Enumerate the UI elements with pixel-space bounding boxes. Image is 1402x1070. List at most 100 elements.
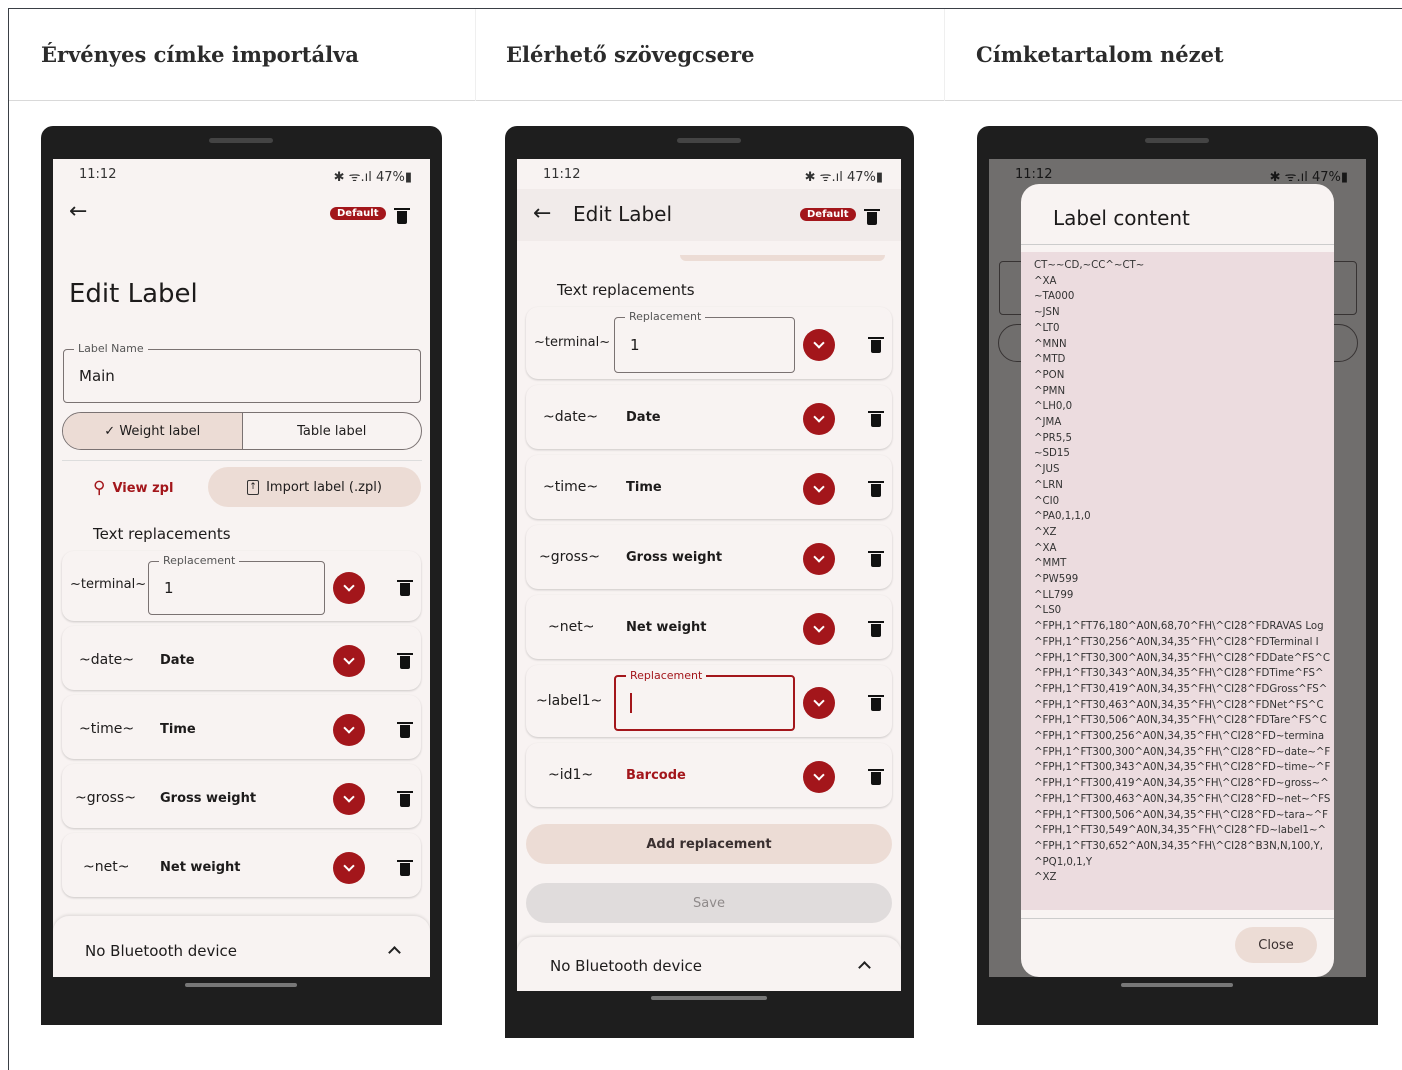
status-bar: 11:12 ✱ ᯤ.ıl 47%▮ (517, 159, 901, 189)
delete-replacement-icon[interactable] (868, 337, 884, 353)
divider (1021, 244, 1334, 245)
zpl-line: ^FPH,1^FT30,549^A0N,34,35^FH\^CI28^FD~la… (1034, 825, 1327, 837)
chevron-up-icon[interactable] (388, 946, 401, 959)
speaker-grille (209, 138, 273, 143)
screen-edit-label-scrolled: 11:12 ✱ ᯤ.ıl 47%▮ ← Edit Label Default T… (517, 159, 901, 991)
file-upload-icon: ↑ (247, 479, 260, 495)
delete-replacement-icon[interactable] (397, 791, 413, 807)
zpl-line: ^XA (1034, 542, 1057, 554)
expand-chevron-icon[interactable] (803, 403, 835, 435)
expand-chevron-icon[interactable] (333, 714, 365, 746)
zpl-line: ^FPH,1^FT30,652^A0N,34,35^FH\^CI28^B3N,N… (1034, 840, 1323, 852)
status-time: 11:12 (543, 167, 581, 182)
search-icon: ⚲ (93, 478, 106, 498)
delete-label-icon[interactable] (864, 209, 880, 225)
screen-label-content: 11:12 ✱ ᯤ.ıl 47%▮ Label content CT~~CD,~… (989, 159, 1366, 977)
delete-replacement-icon[interactable] (397, 653, 413, 669)
status-bar: 11:12 ✱ ᯤ.ıl 47%▮ (53, 159, 430, 189)
delete-replacement-icon[interactable] (397, 860, 413, 876)
delete-replacement-icon[interactable] (868, 695, 884, 711)
label-name-field[interactable]: Label Name Main (63, 342, 421, 403)
replacement-token: ~time~ (543, 479, 599, 495)
default-badge: Default (800, 208, 856, 221)
segment-weight-label[interactable]: ✓ Weight label (63, 413, 243, 449)
replacement-input-focused[interactable]: Replacement (614, 669, 795, 731)
zpl-line: ^PON (1034, 369, 1065, 381)
replacement-token: ~gross~ (75, 790, 136, 806)
back-arrow-icon[interactable]: ← (533, 201, 551, 226)
zpl-line: ^PR5,5 (1034, 432, 1072, 444)
zpl-line: ^FPH,1^FT76,180^A0N,68,70^FH\^CI28^FDRAV… (1034, 621, 1324, 633)
divider (62, 460, 422, 461)
zpl-line: ^XZ (1034, 872, 1057, 884)
import-label-button[interactable]: ↑ Import label (.zpl) (208, 467, 421, 507)
speaker-grille (677, 138, 741, 143)
replacement-input[interactable]: Replacement 1 (148, 554, 325, 615)
text-cursor (630, 693, 632, 713)
replacement-token: ~date~ (543, 409, 599, 425)
zpl-line: ~JSN (1034, 307, 1060, 319)
bluetooth-status: No Bluetooth device (550, 957, 703, 975)
replacement-token: ~terminal~ (534, 335, 611, 350)
delete-replacement-icon[interactable] (397, 722, 413, 738)
delete-replacement-icon[interactable] (397, 580, 413, 596)
expand-chevron-icon[interactable] (333, 645, 365, 677)
zpl-line: ^FPH,1^FT30,343^A0N,34,35^FH\^CI28^FDTim… (1034, 668, 1324, 680)
add-replacement-button[interactable]: Add replacement (526, 824, 892, 864)
zpl-line: ^CI0 (1034, 495, 1060, 507)
delete-replacement-icon[interactable] (868, 481, 884, 497)
view-zpl-label: View zpl (112, 480, 174, 496)
gesture-bar (651, 996, 767, 1000)
zpl-line: ^PQ1,0,1,Y (1034, 856, 1093, 868)
save-button[interactable]: Save (526, 883, 892, 923)
divider (1021, 918, 1334, 919)
zpl-line: ^XZ (1034, 526, 1057, 538)
replacement-field-label: Replacement (159, 554, 240, 567)
replacement-token: ~net~ (83, 859, 130, 875)
view-zpl-button[interactable]: ⚲ View zpl (93, 477, 173, 499)
delete-replacement-icon[interactable] (868, 551, 884, 567)
zpl-line: ^LH0,0 (1034, 401, 1073, 413)
status-icons: ✱ ᯤ.ıl 47%▮ (804, 170, 883, 185)
expand-chevron-icon[interactable] (803, 761, 835, 793)
expand-chevron-icon[interactable] (803, 687, 835, 719)
zpl-line: ~SD15 (1034, 448, 1070, 460)
replacement-value: Time (160, 722, 196, 737)
expand-chevron-icon[interactable] (803, 473, 835, 505)
zpl-line: ^LT0 (1034, 322, 1060, 334)
expand-chevron-icon[interactable] (333, 572, 365, 604)
replacement-row: ~gross~ Gross weight (62, 764, 421, 828)
expand-chevron-icon[interactable] (333, 783, 365, 815)
zpl-line: ^MMT (1034, 558, 1067, 570)
expand-chevron-icon[interactable] (803, 543, 835, 575)
chevron-up-icon[interactable] (858, 961, 871, 974)
replacement-row: ~time~ Time (526, 455, 892, 519)
bluetooth-sheet[interactable]: No Bluetooth device (53, 916, 430, 977)
delete-replacement-icon[interactable] (868, 621, 884, 637)
replacement-row: ~net~ Net weight (62, 833, 421, 897)
app-bar: ← Edit Label Default (517, 189, 901, 241)
delete-replacement-icon[interactable] (868, 769, 884, 785)
expand-chevron-icon[interactable] (803, 613, 835, 645)
expand-chevron-icon[interactable] (803, 329, 835, 361)
segment-table-label[interactable]: Table label (243, 413, 422, 449)
gesture-bar (185, 983, 297, 987)
label-content-dialog: Label content CT~~CD,~CC^~CT~ ^XA ~TA000 ~J… (1021, 184, 1334, 977)
zpl-line: ^FPH,1^FT300,506^A0N,34,35^FH\^CI28^FD~t… (1034, 809, 1328, 821)
zpl-line: ^JUS (1034, 464, 1060, 476)
back-arrow-icon[interactable]: ← (69, 199, 87, 224)
zpl-line: ^FPH,1^FT30,419^A0N,34,35^FH\^CI28^FDGro… (1034, 683, 1328, 695)
zpl-line: ^XA (1034, 275, 1057, 287)
gesture-bar (1121, 983, 1233, 987)
replacement-input[interactable]: Replacement 1 (614, 310, 795, 373)
replacement-row: ~time~ Time (62, 695, 421, 759)
close-button[interactable]: Close (1235, 927, 1317, 963)
delete-label-icon[interactable] (394, 208, 410, 224)
zpl-line: ^FPH,1^FT30,506^A0N,34,35^FH\^CI28^FDTar… (1034, 715, 1327, 727)
bluetooth-sheet[interactable]: No Bluetooth device (517, 937, 901, 991)
column-title-imported: Érvényes címke importálva (41, 42, 359, 67)
expand-chevron-icon[interactable] (333, 852, 365, 884)
replacement-value: Date (160, 653, 195, 668)
zpl-line: ^FPH,1^FT300,343^A0N,34,35^FH\^CI28^FD~t… (1034, 762, 1331, 774)
delete-replacement-icon[interactable] (868, 411, 884, 427)
